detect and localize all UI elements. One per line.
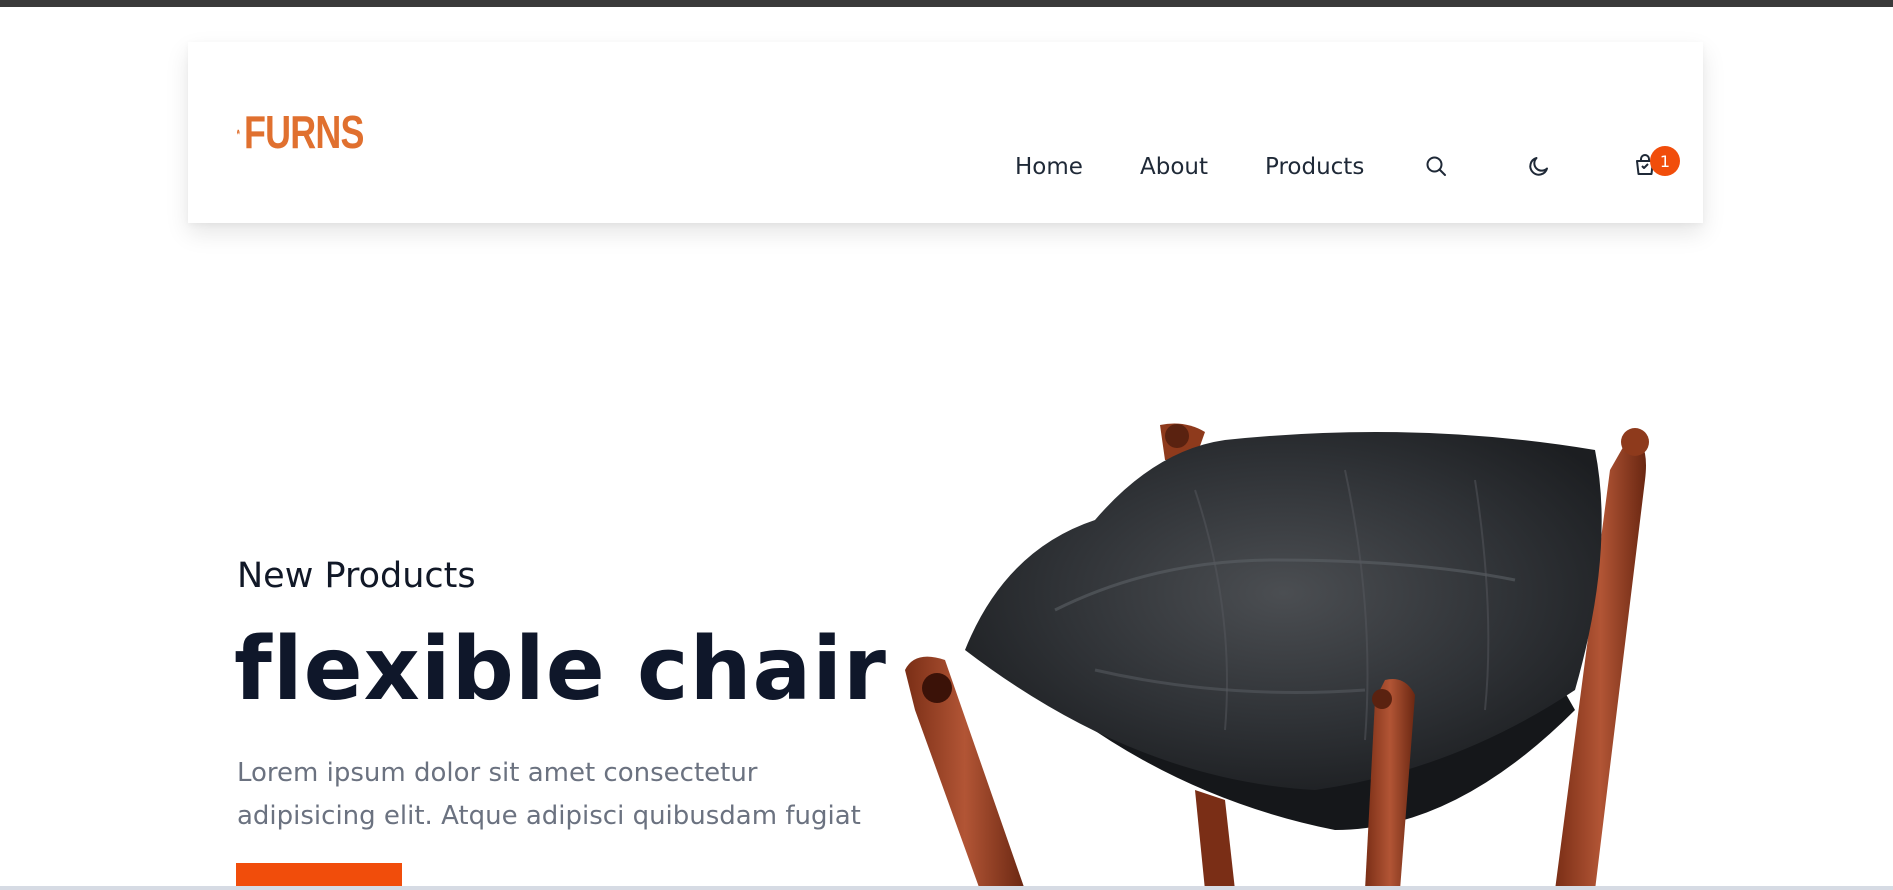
moon-icon[interactable] (1527, 154, 1555, 182)
browser-top-strip (0, 0, 1893, 7)
navbar: FURNS Home About Products 1 (188, 42, 1703, 223)
nav-link-about[interactable]: About (1140, 156, 1208, 179)
nav-link-products[interactable]: Products (1265, 156, 1364, 179)
hero-title: flexible chair (234, 618, 887, 720)
window-bottom-edge (0, 886, 1893, 890)
cart-count-badge: 1 (1650, 146, 1680, 176)
nav-menu: Home About Products 1 (188, 42, 1703, 223)
chair-product-image (895, 410, 1670, 890)
nav-link-home[interactable]: Home (1015, 156, 1083, 179)
search-icon[interactable] (1424, 154, 1452, 182)
hero-description: Lorem ipsum dolor sit amet consectetur a… (237, 758, 861, 831)
hero-subtitle: New Products (237, 556, 476, 596)
